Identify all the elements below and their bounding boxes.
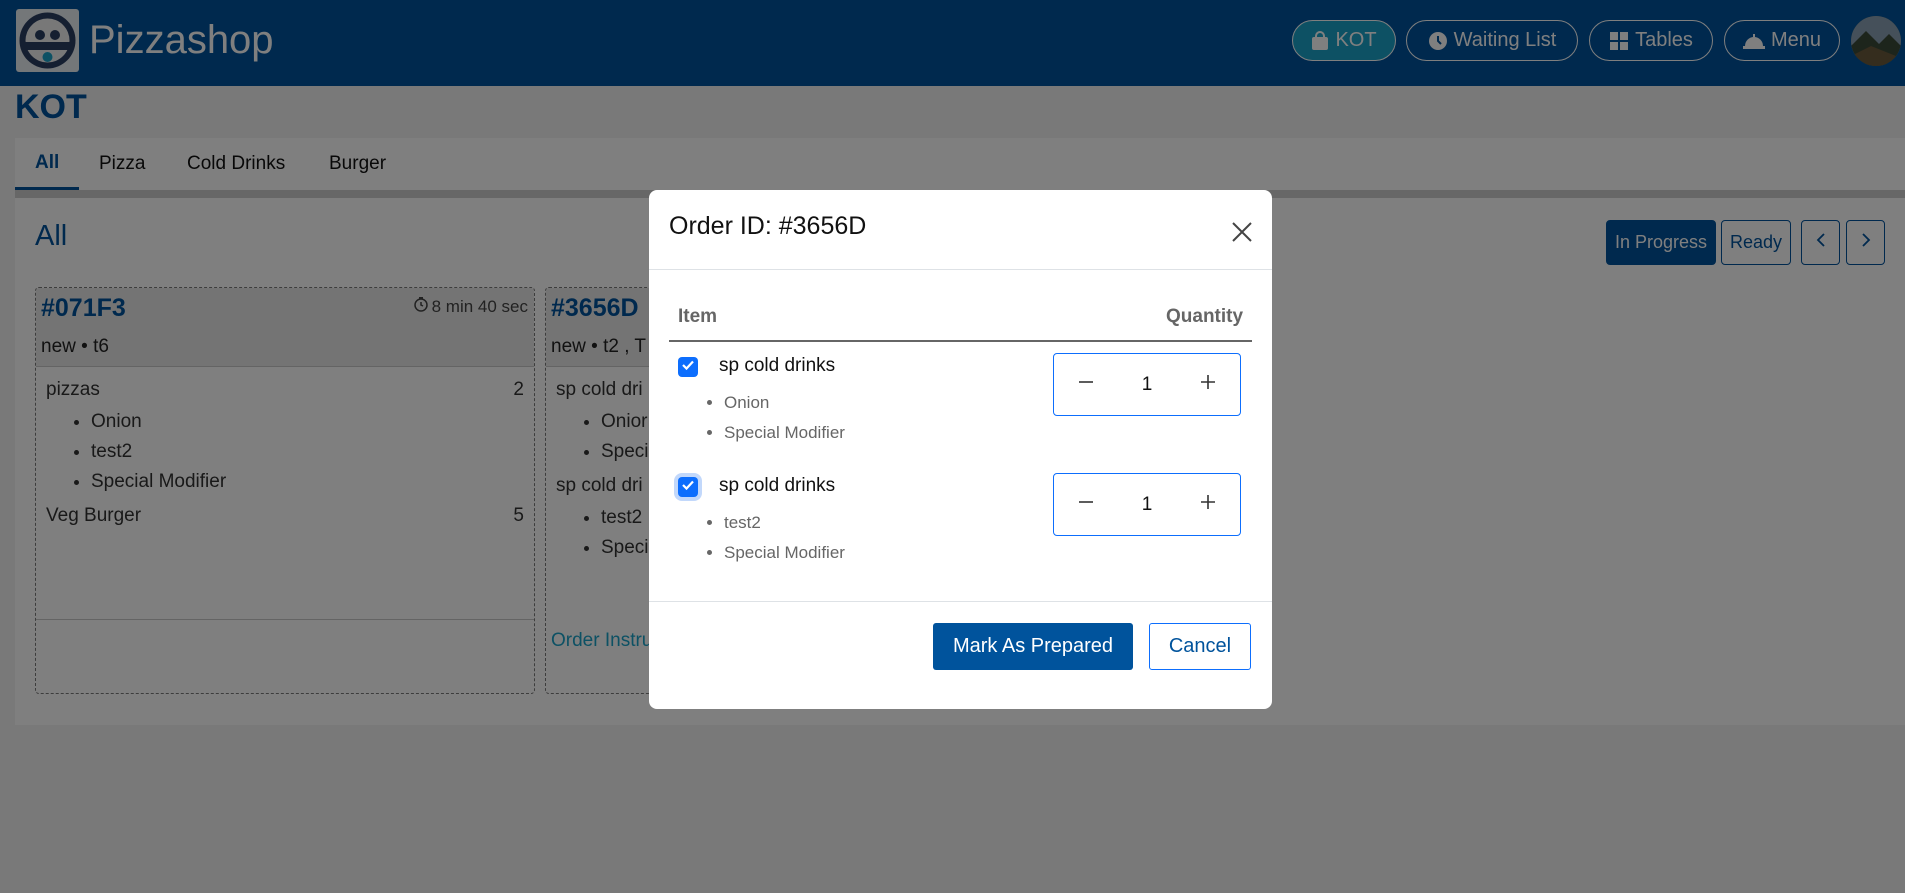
plus-icon [1199,493,1217,516]
modifier: test2 [724,508,845,538]
item-name: sp cold drinks [719,355,836,376]
column-header-quantity: Quantity [1166,306,1244,327]
minus-icon [1077,373,1095,396]
item-checkbox[interactable] [678,477,698,497]
modal-header-divider [649,269,1272,270]
column-header-item: Item [678,306,718,327]
modifier: Special Modifier [724,418,845,448]
minus-icon [1077,493,1095,516]
check-icon [681,478,695,497]
quantity-stepper: 1 [1053,473,1241,536]
decrement-button[interactable] [1074,493,1098,517]
modifier-list: test2 Special Modifier [704,508,845,568]
modifier: Onion [724,388,845,418]
item-checkbox[interactable] [678,357,698,377]
quantity-value[interactable]: 1 [1142,494,1153,516]
quantity-value[interactable]: 1 [1142,374,1153,396]
quantity-stepper: 1 [1053,353,1241,416]
modal-footer-divider [649,601,1272,602]
order-modal: Order ID: #3656D Item Quantity sp cold d… [649,190,1272,709]
modifier: Special Modifier [724,538,845,568]
mark-as-prepared-button[interactable]: Mark As Prepared [933,623,1133,670]
close-button[interactable] [1227,217,1257,247]
decrement-button[interactable] [1074,373,1098,397]
table-header-line [669,340,1252,342]
modifier-list: Onion Special Modifier [704,388,845,448]
increment-button[interactable] [1196,373,1220,397]
item-name: sp cold drinks [719,475,836,496]
plus-icon [1199,373,1217,396]
modal-title: Order ID: #3656D [669,212,867,240]
cancel-button[interactable]: Cancel [1149,623,1251,670]
check-icon [681,358,695,377]
close-icon [1227,222,1257,251]
increment-button[interactable] [1196,493,1220,517]
